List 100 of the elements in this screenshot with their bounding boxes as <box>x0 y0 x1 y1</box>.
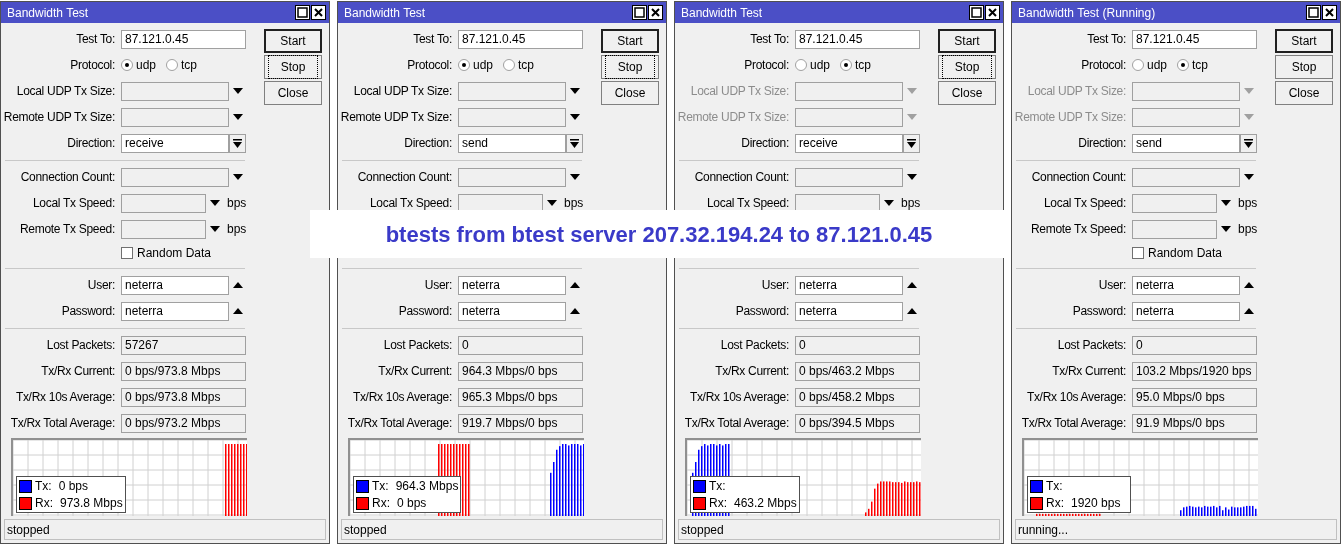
dropdown-arrow-icon[interactable] <box>883 200 894 206</box>
dropdown-button[interactable] <box>229 133 246 153</box>
dropdown-button[interactable] <box>1240 133 1257 153</box>
close-icon[interactable] <box>985 5 1000 20</box>
dialog-button[interactable]: Close <box>264 81 322 105</box>
dropdown-arrow-icon[interactable] <box>1220 226 1231 232</box>
dropdown-arrow-icon[interactable] <box>232 174 243 180</box>
legend-label: Rx: <box>709 495 727 512</box>
dialog-button[interactable]: Stop <box>938 55 996 79</box>
radio-option[interactable]: tcp <box>503 57 535 73</box>
text-field[interactable]: neterra <box>458 301 566 321</box>
checkbox[interactable] <box>121 247 133 259</box>
text-field[interactable]: neterra <box>1132 301 1240 321</box>
maximize-icon[interactable] <box>632 5 647 20</box>
dropdown-arrow-icon[interactable] <box>232 88 243 94</box>
maximize-icon[interactable] <box>969 5 984 20</box>
field-label: Tx/Rx Total Average: <box>9 415 115 432</box>
maximize-icon[interactable] <box>295 5 310 20</box>
combo-field[interactable] <box>121 219 206 239</box>
close-icon[interactable] <box>1322 5 1337 20</box>
radio-option[interactable]: udp <box>795 57 831 73</box>
dialog-button[interactable]: Stop <box>264 55 322 79</box>
combo-field[interactable] <box>121 107 229 127</box>
combo-field[interactable] <box>1132 193 1217 213</box>
combo-field[interactable] <box>458 81 566 101</box>
up-arrow-icon[interactable] <box>906 282 917 288</box>
text-field[interactable]: neterra <box>121 301 229 321</box>
text-field[interactable]: neterra <box>795 275 903 295</box>
maximize-icon[interactable] <box>1306 5 1321 20</box>
combo-field[interactable] <box>795 167 903 187</box>
dropdown-arrow-icon[interactable] <box>209 200 220 206</box>
combo-field[interactable] <box>121 81 229 101</box>
combo-field[interactable] <box>1132 219 1217 239</box>
up-arrow-icon[interactable] <box>1243 308 1254 314</box>
dialog-button[interactable]: Close <box>1275 81 1333 105</box>
dialog-button[interactable]: Start <box>601 29 659 53</box>
dialog-button[interactable]: Stop <box>601 55 659 79</box>
dropdown-arrow-icon[interactable] <box>906 174 917 180</box>
text-field[interactable]: 87.121.0.45 <box>458 29 583 49</box>
up-arrow-icon[interactable] <box>1243 282 1254 288</box>
radio-option[interactable]: udp <box>121 57 157 73</box>
text-field[interactable]: 87.121.0.45 <box>795 29 920 49</box>
legend-label: Tx: <box>35 478 52 495</box>
dropdown-field[interactable]: send <box>458 133 566 153</box>
text-field[interactable]: neterra <box>121 275 229 295</box>
radio-option[interactable]: tcp <box>166 57 198 73</box>
radio-option[interactable]: tcp <box>840 57 872 73</box>
dialog-button[interactable]: Close <box>938 81 996 105</box>
dropdown-arrow-icon[interactable] <box>209 226 220 232</box>
readonly-field: 0 <box>795 335 920 355</box>
combo-field[interactable] <box>121 193 206 213</box>
radio-circle-icon <box>166 59 179 71</box>
up-arrow-icon[interactable] <box>232 282 243 288</box>
dropdown-button[interactable] <box>903 133 920 153</box>
dropdown-arrow-icon[interactable] <box>546 200 557 206</box>
dropdown-field[interactable]: send <box>1132 133 1240 153</box>
combo-field[interactable] <box>121 167 229 187</box>
dropdown-button[interactable] <box>566 133 583 153</box>
up-arrow-icon[interactable] <box>569 282 580 288</box>
dropdown-arrow-icon <box>907 138 916 148</box>
dialog-button[interactable]: Stop <box>1275 55 1333 79</box>
checkbox[interactable] <box>1132 247 1144 259</box>
field-label: Connection Count: <box>19 169 115 186</box>
dropdown-field[interactable]: receive <box>795 133 903 153</box>
field-label: Lost Packets: <box>45 337 115 354</box>
radio-option[interactable]: tcp <box>1177 57 1209 73</box>
combo-field[interactable] <box>458 107 566 127</box>
field-label: Tx/Rx 10s Average: <box>1025 389 1126 406</box>
text-field[interactable]: neterra <box>795 301 903 321</box>
combo-field[interactable] <box>458 167 566 187</box>
dropdown-arrow-icon[interactable] <box>569 88 580 94</box>
unit-label: bps <box>901 195 921 212</box>
dropdown-arrow-icon[interactable] <box>1243 174 1254 180</box>
checkbox-label: Random Data <box>1148 245 1223 262</box>
legend-label: Tx: <box>709 478 726 495</box>
dialog-button[interactable]: Start <box>264 29 322 53</box>
radio-option[interactable]: udp <box>458 57 494 73</box>
readonly-field: 0 bps/973.2 Mbps <box>121 413 246 433</box>
field-label: Remote UDP Tx Size: <box>1013 109 1126 126</box>
up-arrow-icon[interactable] <box>569 308 580 314</box>
text-field[interactable]: 87.121.0.45 <box>1132 29 1257 49</box>
close-icon[interactable] <box>648 5 663 20</box>
up-arrow-icon[interactable] <box>232 308 243 314</box>
radio-option[interactable]: udp <box>1132 57 1168 73</box>
dropdown-arrow-icon[interactable] <box>232 114 243 120</box>
text-field[interactable]: 87.121.0.45 <box>121 29 246 49</box>
dropdown-field[interactable]: receive <box>121 133 229 153</box>
combo-field[interactable] <box>1132 167 1240 187</box>
dialog-button[interactable]: Close <box>601 81 659 105</box>
dialog-button[interactable]: Start <box>1275 29 1333 53</box>
dropdown-arrow-icon[interactable] <box>1220 200 1231 206</box>
text-field[interactable]: neterra <box>1132 275 1240 295</box>
close-icon[interactable] <box>311 5 326 20</box>
up-arrow-icon[interactable] <box>906 308 917 314</box>
dialog-button[interactable]: Start <box>938 29 996 53</box>
dropdown-arrow-icon[interactable] <box>569 114 580 120</box>
field-label: Remote UDP Tx Size: <box>2 109 115 126</box>
legend-label: Tx: <box>1046 478 1063 495</box>
text-field[interactable]: neterra <box>458 275 566 295</box>
dropdown-arrow-icon[interactable] <box>569 174 580 180</box>
